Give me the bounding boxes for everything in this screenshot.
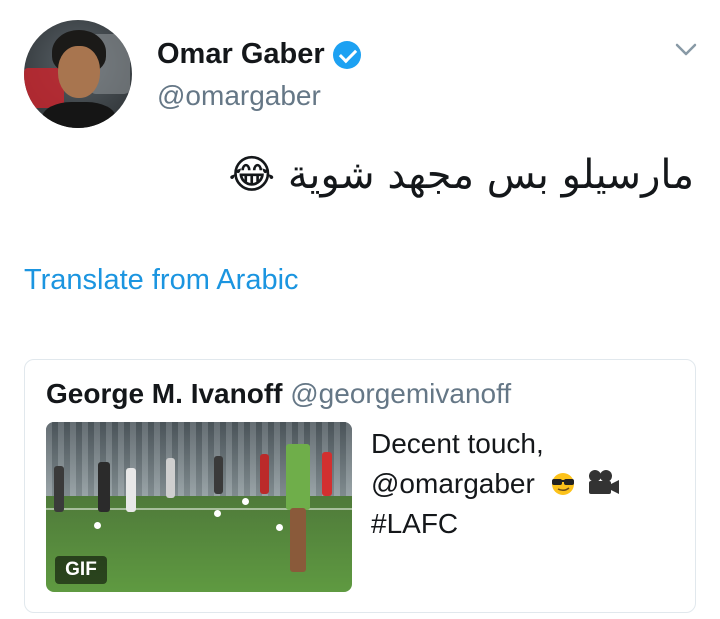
player — [98, 462, 110, 512]
avatar[interactable] — [24, 20, 132, 128]
translate-link[interactable]: Translate from Arabic — [24, 264, 299, 297]
player — [166, 458, 175, 498]
quoted-tweet[interactable]: George M. Ivanoff @georgemivanoff GIF De… — [24, 359, 696, 613]
player — [322, 452, 332, 496]
movie-camera-emoji-icon — [589, 470, 620, 494]
author-name-row[interactable]: Omar Gaber — [157, 38, 361, 71]
quoted-tweet-header: George M. Ivanoff @georgemivanoff — [46, 378, 511, 410]
tears-of-joy-emoji: 😂 — [228, 152, 276, 198]
quoted-tweet-text: Decent touch, @omargaber #LAFC — [371, 424, 671, 544]
player-foreground-legs — [290, 508, 306, 572]
gif-media[interactable]: GIF — [46, 422, 352, 592]
ball — [276, 524, 283, 531]
hashtag-text[interactable]: #LAFC — [371, 504, 671, 544]
player-foreground — [286, 444, 310, 510]
tweet-card: Omar Gaber @omargaber مارسيلو بس مجهد شو… — [0, 0, 720, 619]
tweet-body: مارسيلو بس مجهد شوية — [287, 152, 694, 198]
author-name[interactable]: Omar Gaber — [157, 38, 325, 71]
player — [260, 454, 269, 494]
quoted-text-line: Decent touch, — [371, 428, 544, 459]
player — [126, 468, 136, 512]
ball — [242, 498, 249, 505]
avatar-face — [58, 46, 100, 98]
sunglasses-emoji-icon — [551, 473, 574, 495]
player — [54, 466, 64, 512]
avatar-shirt — [42, 102, 116, 128]
mention-text[interactable]: @omargaber — [371, 468, 535, 499]
quoted-author-name: George M. Ivanoff — [46, 378, 283, 409]
chevron-down-icon[interactable] — [672, 36, 700, 64]
author-handle[interactable]: @omargaber — [157, 80, 321, 112]
ball — [94, 522, 101, 529]
gif-badge: GIF — [55, 556, 107, 584]
player — [214, 456, 223, 494]
quoted-text-line-mention: @omargaber — [371, 464, 671, 504]
verified-badge-icon — [332, 40, 361, 69]
ball — [214, 510, 221, 517]
quoted-author-handle: @georgemivanoff — [290, 378, 512, 409]
tweet-text: مارسيلو بس مجهد شوية 😂 — [228, 152, 694, 198]
